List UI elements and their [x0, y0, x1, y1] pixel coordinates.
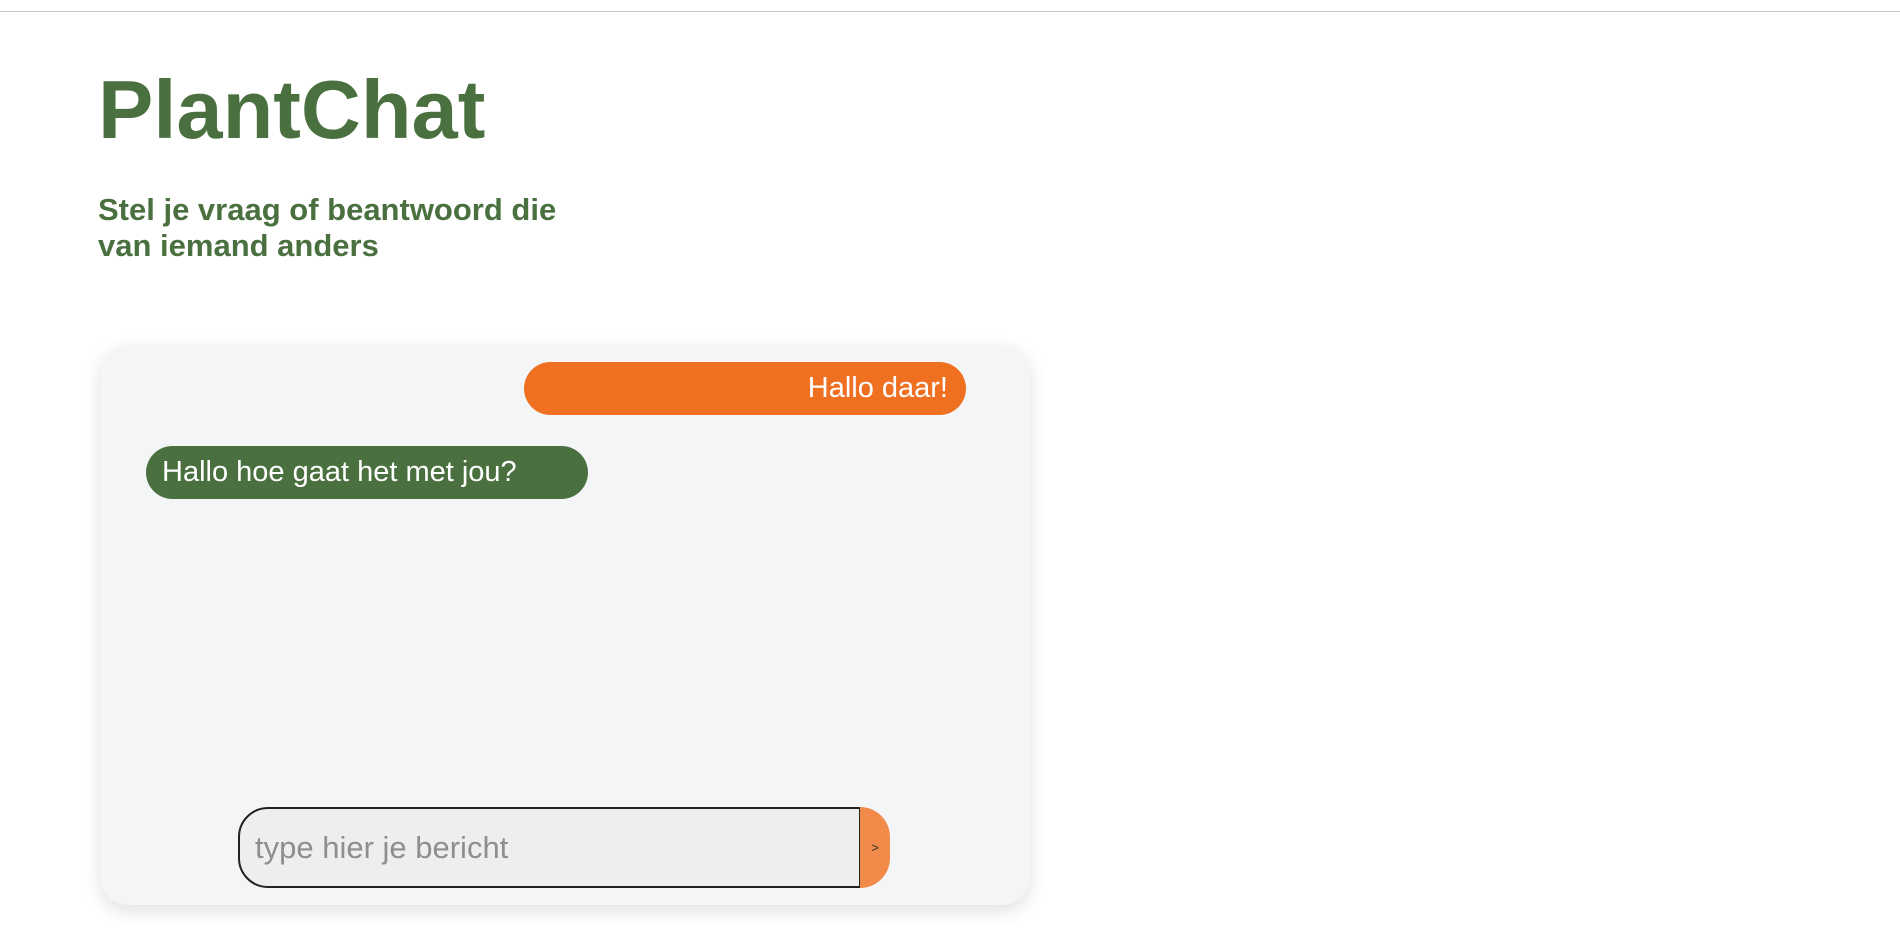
send-button[interactable]: >: [860, 807, 890, 888]
message-bubble-sent: Hallo daar!: [524, 362, 966, 415]
page-title: PlantChat: [98, 63, 486, 156]
message-input[interactable]: [238, 807, 861, 888]
message-bubble-received: Hallo hoe gaat het met jou?: [146, 446, 588, 499]
top-divider: [0, 11, 1900, 12]
chat-panel: Hallo daar! Hallo hoe gaat het met jou? …: [100, 345, 1030, 905]
page-subtitle: Stel je vraag of beantwoord die van iema…: [98, 192, 557, 263]
